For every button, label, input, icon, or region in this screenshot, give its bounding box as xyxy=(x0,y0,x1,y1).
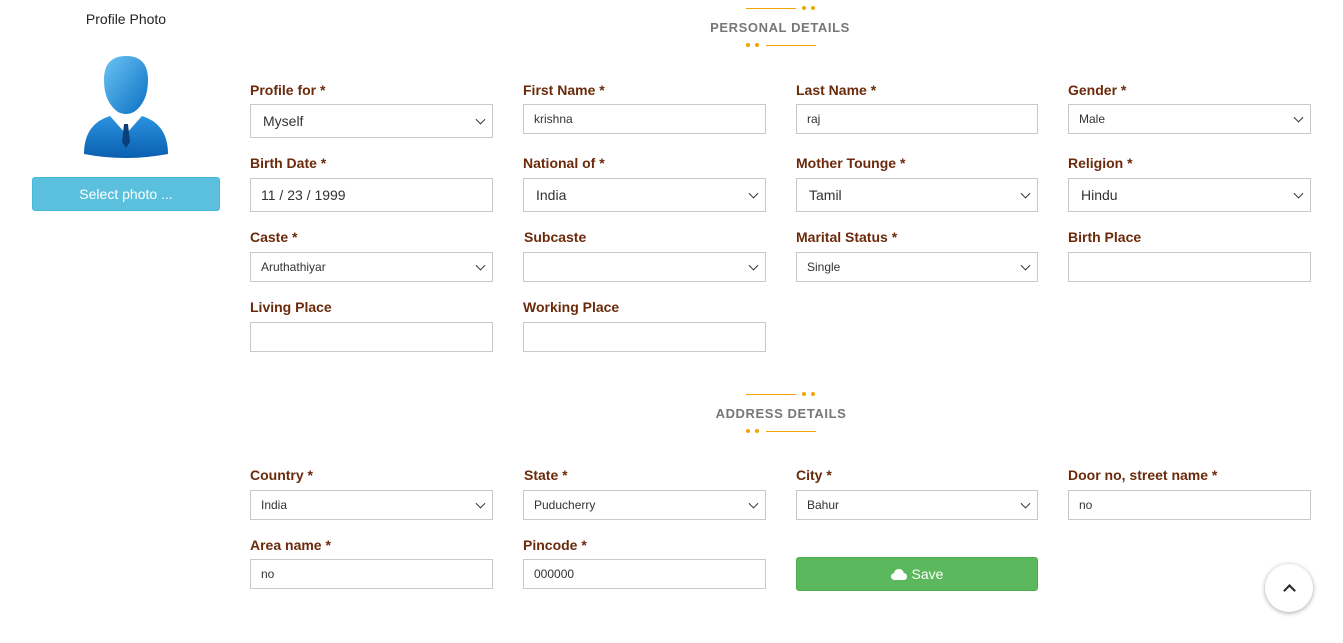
working-place-label: Working Place xyxy=(523,299,620,315)
country-select[interactable]: India xyxy=(250,490,493,520)
subcaste-label: Subcaste xyxy=(524,229,587,245)
marital-status-value: Single xyxy=(807,260,841,274)
religion-label: Religion * xyxy=(1068,155,1133,171)
birth-date-label: Birth Date * xyxy=(250,155,327,171)
mother-tounge-label: Mother Tounge * xyxy=(796,155,906,171)
national-of-value: India xyxy=(536,187,567,203)
door-street-value: no xyxy=(1079,498,1093,512)
chevron-down-icon xyxy=(475,114,486,125)
cloud-icon xyxy=(890,568,907,580)
chevron-down-icon xyxy=(475,498,486,509)
header-divider-top xyxy=(680,6,880,12)
profile-photo-panel: Profile Photo Select photo ... xyxy=(0,0,250,643)
area-name-label: Area name * xyxy=(250,537,331,553)
pincode-label: Pincode * xyxy=(523,537,587,553)
address-details-header: ADDRESS DETAILS xyxy=(681,392,881,435)
personal-details-header: PERSONAL DETAILS xyxy=(680,6,880,49)
header-divider-bottom xyxy=(681,429,881,435)
birth-place-input[interactable] xyxy=(1068,252,1311,282)
address-details-title: ADDRESS DETAILS xyxy=(715,406,847,421)
marital-status-select[interactable]: Single xyxy=(796,252,1038,282)
birth-date-input[interactable]: 11 / 23 / 1999 xyxy=(250,178,493,212)
chevron-down-icon xyxy=(1020,260,1031,271)
city-select[interactable]: Bahur xyxy=(796,490,1038,520)
chevron-up-icon xyxy=(1282,583,1296,597)
state-label: State * xyxy=(524,467,568,483)
caste-label: Caste * xyxy=(250,229,298,245)
profile-for-select[interactable]: Myself xyxy=(250,104,493,138)
country-label: Country * xyxy=(250,467,313,483)
pincode-value: 000000 xyxy=(534,567,575,581)
caste-select[interactable]: Aruthathiyar xyxy=(250,252,493,282)
birth-date-value: 11 / 23 / 1999 xyxy=(261,187,346,203)
gender-select[interactable]: Male xyxy=(1068,104,1311,134)
chevron-down-icon xyxy=(1293,188,1304,199)
gender-value: Male xyxy=(1079,112,1106,126)
door-street-input[interactable]: no xyxy=(1068,490,1311,520)
last-name-label: Last Name * xyxy=(796,82,877,98)
header-divider-top xyxy=(681,392,881,398)
living-place-input[interactable] xyxy=(250,322,493,352)
header-divider-bottom xyxy=(680,43,880,49)
scroll-to-top-button[interactable] xyxy=(1265,564,1313,612)
national-of-label: National of * xyxy=(523,155,605,171)
chevron-down-icon xyxy=(748,498,759,509)
profile-for-value: Myself xyxy=(263,113,304,129)
chevron-down-icon xyxy=(1020,188,1031,199)
subcaste-select[interactable] xyxy=(523,252,766,282)
chevron-down-icon xyxy=(1020,498,1031,509)
select-photo-button[interactable]: Select photo ... xyxy=(32,177,220,211)
marital-status-label: Marital Status * xyxy=(796,229,898,245)
state-value: Puducherry xyxy=(534,498,596,512)
mother-tounge-value: Tamil xyxy=(809,187,842,203)
city-label: City * xyxy=(796,467,832,483)
profile-photo-label: Profile Photo xyxy=(85,11,167,27)
user-avatar-icon xyxy=(84,56,168,158)
chevron-down-icon xyxy=(748,260,759,271)
religion-select[interactable]: Hindu xyxy=(1068,178,1311,212)
state-select[interactable]: Puducherry xyxy=(523,490,766,520)
area-name-value: no xyxy=(261,567,275,581)
living-place-label: Living Place xyxy=(250,299,332,315)
last-name-value: raj xyxy=(807,112,821,126)
profile-for-label: Profile for * xyxy=(250,82,326,98)
caste-value: Aruthathiyar xyxy=(261,260,326,274)
working-place-input[interactable] xyxy=(523,322,766,352)
pincode-input[interactable]: 000000 xyxy=(523,559,766,589)
area-name-input[interactable]: no xyxy=(250,559,493,589)
last-name-input[interactable]: raj xyxy=(796,104,1038,134)
chevron-down-icon xyxy=(1293,112,1304,123)
first-name-input[interactable]: krishna xyxy=(523,104,766,134)
mother-tounge-select[interactable]: Tamil xyxy=(796,178,1038,212)
personal-details-title: PERSONAL DETAILS xyxy=(710,20,850,35)
save-label: Save xyxy=(911,566,944,582)
chevron-down-icon xyxy=(748,188,759,199)
first-name-label: First Name * xyxy=(523,82,605,98)
first-name-value: krishna xyxy=(534,112,573,126)
religion-value: Hindu xyxy=(1081,187,1118,203)
save-button[interactable]: Save xyxy=(796,557,1038,591)
gender-label: Gender * xyxy=(1068,82,1127,98)
city-value: Bahur xyxy=(807,498,840,512)
national-of-select[interactable]: India xyxy=(523,178,766,212)
birth-place-label: Birth Place xyxy=(1068,229,1142,245)
chevron-down-icon xyxy=(475,260,486,271)
country-value: India xyxy=(261,498,288,512)
door-street-label: Door no, street name * xyxy=(1068,467,1218,483)
